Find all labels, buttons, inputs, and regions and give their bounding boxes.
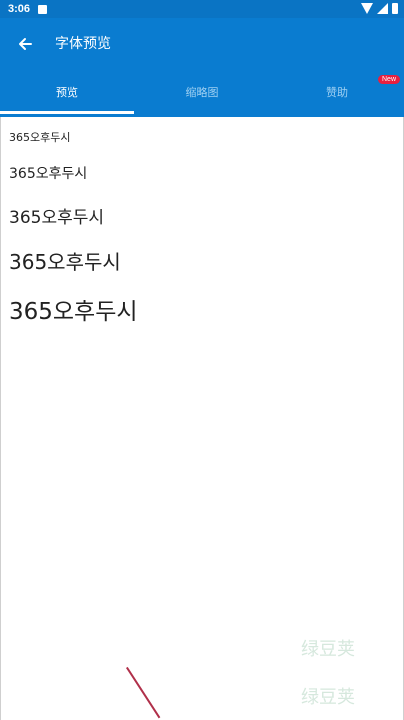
tab-label: 赞助 — [326, 86, 348, 99]
new-badge: New — [378, 75, 401, 84]
preview-text-xxlarge: 365오후두시 — [9, 299, 138, 325]
battery-icon — [392, 3, 398, 14]
status-icons — [361, 3, 398, 14]
back-button[interactable] — [12, 31, 38, 57]
watermark-text: 绿豆荚 — [301, 687, 355, 708]
font-preview-area: 365오후두시 365오후두시 365오후두시 365오후두시 365오후두시 … — [0, 117, 404, 720]
status-bar: 3:06 — [0, 0, 404, 18]
tab-preview[interactable]: 预览 — [0, 70, 134, 114]
tab-indicator — [0, 111, 134, 114]
tab-thumbnails[interactable]: 缩略图 — [135, 70, 269, 114]
tab-bar: 预览 缩略图 赞助 New — [0, 70, 404, 117]
status-time: 3:06 — [8, 3, 31, 15]
signal-icon — [377, 3, 388, 14]
tab-label: 预览 — [56, 86, 78, 99]
preview-text-large: 365오후두시 — [9, 208, 105, 228]
tab-label: 缩略图 — [185, 86, 219, 99]
preview-text-medium: 365오후두시 — [9, 166, 88, 182]
watermark-text: 绿豆荚 — [301, 639, 355, 660]
wifi-icon — [361, 3, 373, 14]
notification-icon — [38, 4, 48, 14]
page-title: 字体预览 — [55, 36, 111, 52]
app-bar: 字体预览 — [0, 18, 404, 70]
preview-text-xlarge: 365오후두시 — [9, 250, 121, 274]
preview-text-small: 365오후두시 — [9, 131, 71, 144]
arrow-left-icon — [19, 38, 32, 50]
